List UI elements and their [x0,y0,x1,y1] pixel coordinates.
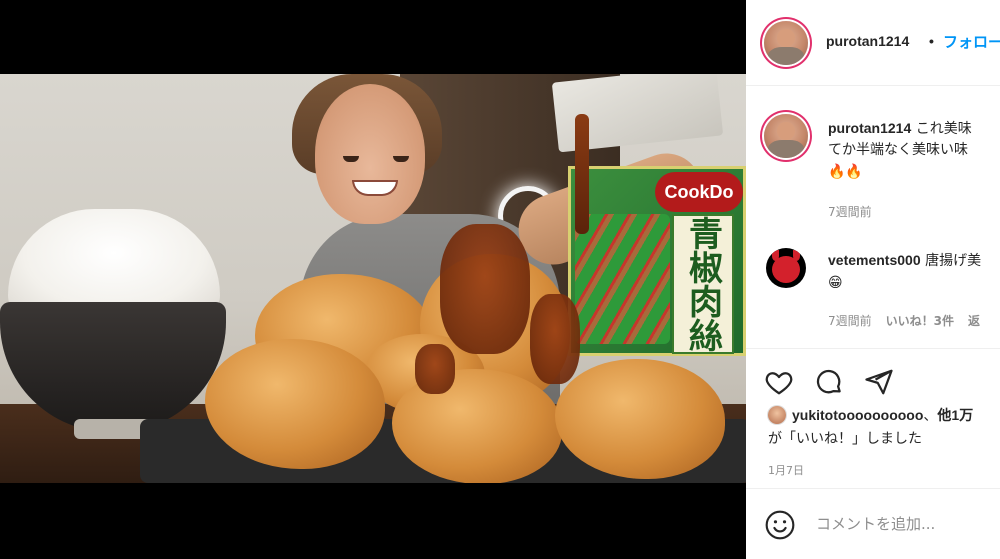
comment-text: vetements000 唐揚げ美 [828,249,981,272]
share-icon[interactable] [864,367,894,397]
liker-username[interactable]: yukitotoooooooooo [792,407,923,423]
avatar-shirt [768,47,804,65]
sauce-drip [575,114,589,234]
follow-button[interactable]: フォロー [943,31,1000,52]
post-header: purotan1214 • フォロー [746,0,1000,86]
cookdo-logo: CookDo [655,172,743,212]
comment-meta: 7週間前 いいね！3件返 [828,312,980,329]
comment-time[interactable]: 7週間前 [828,314,872,328]
avatar-shirt [768,140,804,158]
box-product-title: 青椒肉絲 [672,214,734,354]
avatar-face [777,28,795,47]
author-username[interactable]: purotan1214 [826,33,909,49]
commenter-avatar[interactable] [766,248,806,288]
avatar-devil-face [772,256,800,284]
comment-time[interactable]: 7週間前 [828,203,872,220]
sauce-pool [415,344,455,394]
likes-separator: 、 [923,408,938,424]
person-face [315,84,425,224]
comment-body-line1: これ美味 [915,121,972,137]
reply-button[interactable]: 返 [968,314,980,328]
likes-line1: yukitotoooooooooo、他1万 [792,404,973,427]
liker-avatar[interactable] [768,406,786,424]
post-photo[interactable]: CookDo 青椒肉絲 [0,74,746,483]
avatar-face [777,121,795,140]
sauce-pool [530,294,580,384]
box-food-photo [575,214,670,344]
sauce-pool [440,224,530,354]
comment-emoji: 🔥🔥 [828,164,863,180]
post-date[interactable]: 1月7日 [768,462,804,478]
comment-emoji: 😁 [828,275,843,291]
comment-avatar[interactable] [764,114,808,158]
comment-input[interactable]: コメントを追加... [816,513,935,534]
comment-text: purotan1214 これ美味 [828,117,972,140]
emoji-icon[interactable] [764,509,796,541]
author-avatar[interactable] [764,21,808,65]
comment-likes[interactable]: いいね！3件 [886,314,954,328]
likes-line2: が「いいね！」しました [768,431,922,447]
post-media[interactable]: CookDo 青椒肉絲 [0,0,746,559]
heart-icon[interactable] [764,367,794,397]
comment-body-line2: てか半端なく美味い味 [828,142,968,158]
comment-username[interactable]: vetements000 [828,252,921,268]
add-comment-bar: コメントを追加... [746,488,1000,559]
likes-others[interactable]: 他1万 [937,407,973,423]
comment-username[interactable]: purotan1214 [828,120,911,136]
comment-icon[interactable] [814,367,844,397]
comment-body: 唐揚げ美 [925,253,982,269]
post-panel: purotan1214 • フォロー purotan1214 これ美味 てか半端… [746,0,1000,559]
header-separator: • [929,33,934,49]
